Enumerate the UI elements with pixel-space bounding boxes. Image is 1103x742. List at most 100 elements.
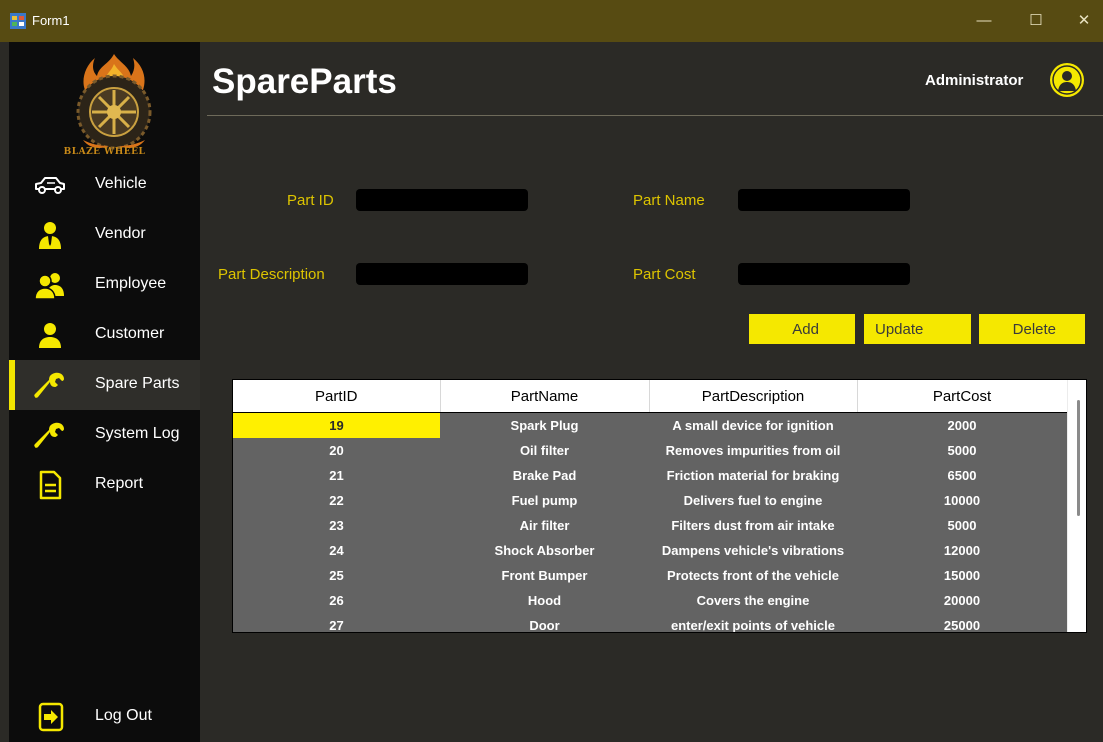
- column-header-partname[interactable]: PartName: [440, 380, 650, 413]
- parts-table: PartID PartName PartDescription PartCost…: [233, 380, 1068, 632]
- delete-button[interactable]: Delete: [979, 314, 1085, 344]
- cell-partdescription[interactable]: Covers the engine: [649, 588, 857, 613]
- logout-button[interactable]: Log Out: [9, 692, 200, 742]
- cell-partname[interactable]: Front Bumper: [440, 563, 649, 588]
- part-cost-label: Part Cost: [633, 266, 696, 283]
- cell-partname[interactable]: Fuel pump: [440, 488, 649, 513]
- vendor-icon: [39, 222, 61, 249]
- car-icon: [35, 177, 65, 194]
- part-id-input[interactable]: [356, 189, 528, 211]
- cell-partname[interactable]: Oil filter: [440, 438, 649, 463]
- employees-icon: [34, 273, 64, 300]
- update-button[interactable]: Update: [864, 314, 971, 344]
- part-name-input[interactable]: [738, 189, 910, 211]
- window-title: Form1: [32, 13, 70, 28]
- cell-partcost[interactable]: 2000: [857, 412, 1067, 438]
- logo-text: BLAZE WHEEL: [63, 147, 146, 157]
- cell-partdescription[interactable]: Friction material for braking: [649, 463, 857, 488]
- header-divider: [207, 115, 1103, 116]
- table-row[interactable]: 23 Air filter Filters dust from air inta…: [233, 513, 1067, 538]
- close-button[interactable]: ✕: [1074, 12, 1094, 32]
- sidebar: BLAZE WHEEL Vehicle Vendor Employee Cust…: [9, 42, 200, 742]
- cell-partdescription[interactable]: Delivers fuel to engine: [649, 488, 857, 513]
- cell-partid[interactable]: 21: [233, 463, 440, 488]
- table-row[interactable]: 20 Oil filter Removes impurities from oi…: [233, 438, 1067, 463]
- column-header-partid[interactable]: PartID: [233, 380, 441, 413]
- table-row[interactable]: 22 Fuel pump Delivers fuel to engine 100…: [233, 488, 1067, 513]
- table-row[interactable]: 25 Front Bumper Protects front of the ve…: [233, 563, 1067, 588]
- cell-partid[interactable]: 20: [233, 438, 440, 463]
- cell-partname[interactable]: Air filter: [440, 513, 649, 538]
- cell-partname[interactable]: Shock Absorber: [440, 538, 649, 563]
- cell-partname[interactable]: Hood: [440, 588, 649, 613]
- wrench-icon: [34, 372, 64, 398]
- sidebar-item-spare-parts[interactable]: Spare Parts: [9, 360, 200, 410]
- cell-partdescription[interactable]: Removes impurities from oil: [649, 438, 857, 463]
- cell-partid[interactable]: 26: [233, 588, 440, 613]
- sidebar-item-label: Vendor: [95, 225, 146, 242]
- part-id-label: Part ID: [287, 192, 334, 209]
- tire-logo-icon: [76, 54, 152, 150]
- add-button[interactable]: Add: [749, 314, 855, 344]
- sidebar-item-label: Report: [95, 475, 144, 492]
- sidebar-item-report[interactable]: Report: [9, 460, 200, 510]
- cell-partcost[interactable]: 20000: [857, 588, 1067, 613]
- sidebar-item-label: Employee: [95, 275, 167, 292]
- table-row[interactable]: 19 Spark Plug A small device for ignitio…: [233, 412, 1067, 438]
- logout-icon: [38, 702, 64, 732]
- sidebar-item-label: System Log: [95, 425, 180, 442]
- table-row[interactable]: 27 Door enter/exit points of vehicle 250…: [233, 613, 1067, 632]
- logout-label: Log Out: [95, 707, 152, 724]
- cell-partcost[interactable]: 12000: [857, 538, 1067, 563]
- customer-icon: [39, 323, 61, 348]
- column-header-partcost[interactable]: PartCost: [857, 380, 1068, 413]
- cell-partid[interactable]: 22: [233, 488, 440, 513]
- table-header-row: PartID PartName PartDescription PartCost: [233, 380, 1068, 413]
- cell-partcost[interactable]: 10000: [857, 488, 1067, 513]
- sidebar-item-label: Spare Parts: [95, 375, 180, 392]
- sidebar-item-vendor[interactable]: Vendor: [9, 210, 200, 260]
- maximize-button[interactable]: ☐: [1026, 12, 1046, 32]
- sidebar-item-system-log[interactable]: System Log: [9, 410, 200, 460]
- title-bar: Form1 — ☐ ✕: [0, 0, 1103, 42]
- part-description-input[interactable]: [356, 263, 528, 285]
- active-indicator: [9, 360, 15, 410]
- cell-partcost[interactable]: 5000: [857, 513, 1067, 538]
- cell-partname[interactable]: Door: [440, 613, 649, 632]
- cell-partid[interactable]: 25: [233, 563, 440, 588]
- sidebar-item-vehicle[interactable]: Vehicle: [9, 160, 200, 210]
- table-row[interactable]: 26 Hood Covers the engine 20000: [233, 588, 1067, 613]
- part-name-label: Part Name: [633, 192, 705, 209]
- sidebar-item-customer[interactable]: Customer: [9, 310, 200, 360]
- wrench-icon: [34, 422, 64, 448]
- part-cost-input[interactable]: [738, 263, 910, 285]
- cell-partdescription[interactable]: A small device for ignition: [649, 412, 857, 438]
- cell-partdescription[interactable]: Filters dust from air intake: [649, 513, 857, 538]
- grid-scrollbar[interactable]: [1067, 380, 1086, 632]
- scrollbar-thumb[interactable]: [1077, 400, 1080, 516]
- minimize-button[interactable]: —: [974, 12, 994, 32]
- document-icon: [39, 470, 62, 500]
- sidebar-item-employee[interactable]: Employee: [9, 260, 200, 310]
- cell-partid[interactable]: 27: [233, 613, 440, 632]
- cell-partid[interactable]: 19: [233, 412, 440, 438]
- cell-partdescription[interactable]: Dampens vehicle's vibrations: [649, 538, 857, 563]
- cell-partname[interactable]: Spark Plug: [440, 412, 649, 438]
- cell-partcost[interactable]: 6500: [857, 463, 1067, 488]
- cell-partcost[interactable]: 15000: [857, 563, 1067, 588]
- cell-partname[interactable]: Brake Pad: [440, 463, 649, 488]
- cell-partid[interactable]: 23: [233, 513, 440, 538]
- table-row[interactable]: 24 Shock Absorber Dampens vehicle's vibr…: [233, 538, 1067, 563]
- user-name: Administrator: [925, 72, 1024, 89]
- parts-grid[interactable]: PartID PartName PartDescription PartCost…: [232, 379, 1087, 633]
- cell-partdescription[interactable]: Protects front of the vehicle: [649, 563, 857, 588]
- cell-partid[interactable]: 24: [233, 538, 440, 563]
- table-row[interactable]: 21 Brake Pad Friction material for braki…: [233, 463, 1067, 488]
- cell-partdescription[interactable]: enter/exit points of vehicle: [649, 613, 857, 632]
- app-icon: [10, 13, 26, 29]
- cell-partcost[interactable]: 25000: [857, 613, 1067, 632]
- user-avatar-icon[interactable]: [1049, 62, 1085, 98]
- column-header-partdescription[interactable]: PartDescription: [649, 380, 858, 413]
- sidebar-item-label: Customer: [95, 325, 165, 342]
- cell-partcost[interactable]: 5000: [857, 438, 1067, 463]
